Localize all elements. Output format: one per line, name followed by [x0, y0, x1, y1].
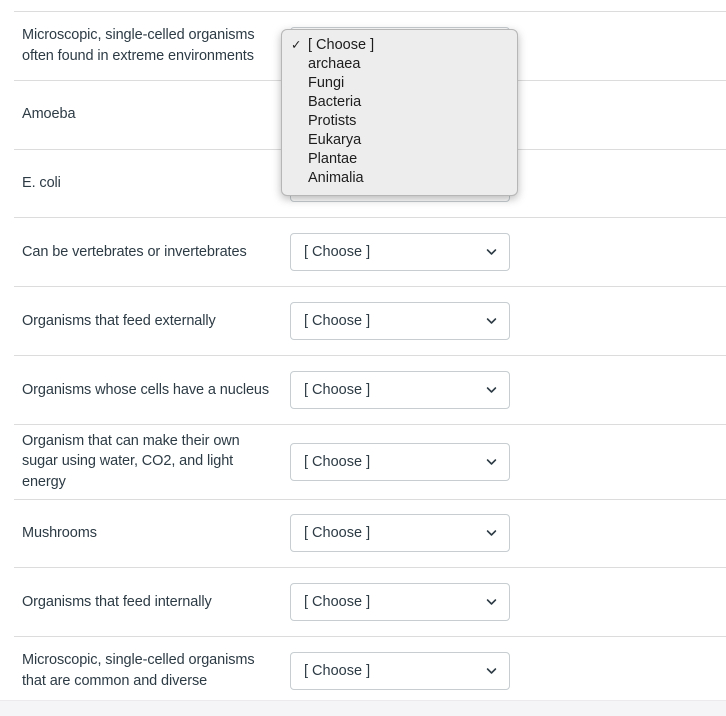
- answer-cell: [ Choose ]: [290, 442, 726, 481]
- dropdown-option[interactable]: Animalia: [282, 169, 517, 188]
- dropdown-option[interactable]: Fungi: [282, 74, 517, 93]
- question-row: Can be vertebrates or invertebrates [ Cho…: [14, 217, 726, 286]
- chevron-down-icon: [485, 246, 498, 259]
- question-label: Organisms that feed externally: [22, 312, 216, 329]
- answer-cell: [ Choose ]: [290, 514, 726, 553]
- answer-cell: [ Choose ]: [290, 233, 726, 272]
- question-label: Organisms whose cells have a nucleus: [22, 381, 270, 398]
- question-label: Microscopic, single-celled organisms oft…: [22, 27, 255, 64]
- chevron-down-icon: [485, 527, 498, 540]
- answer-select[interactable]: [ Choose ]: [290, 233, 510, 272]
- question-label: Mushrooms: [22, 525, 97, 542]
- answer-select[interactable]: [ Choose ]: [290, 514, 510, 553]
- answer-cell: [ Choose ]: [290, 302, 726, 341]
- chevron-down-icon: [485, 596, 498, 609]
- dropdown-option-label: archaea: [308, 56, 361, 72]
- dropdown-option-label: Eukarya: [308, 132, 362, 148]
- answer-cell: [ Choose ]: [290, 583, 726, 622]
- chevron-down-icon: [485, 315, 498, 328]
- question-row: Mushrooms [ Choose ]: [14, 498, 726, 568]
- dropdown-option-label: Fungi: [308, 75, 345, 91]
- question-row: Organisms that feed internally [ Choose ]: [14, 567, 726, 636]
- answer-select-value: [ Choose ]: [304, 244, 371, 261]
- dropdown-option-label: Bacteria: [308, 94, 362, 110]
- question-label: Organisms that feed internally: [22, 593, 212, 610]
- answer-dropdown-popup[interactable]: ✓ [ Choose ] archaea Fungi Bacteria Protists E…: [281, 29, 518, 196]
- dropdown-option[interactable]: Eukarya: [282, 131, 517, 150]
- chevron-down-icon: [485, 455, 498, 468]
- answer-select[interactable]: [ Choose ]: [290, 583, 510, 622]
- answer-select-value: [ Choose ]: [304, 663, 371, 679]
- answer-select[interactable]: [ Choose ]: [290, 652, 510, 690]
- question-row: Organisms that feed externally [ Choose ]: [14, 286, 726, 355]
- question-label: E. coli: [22, 175, 61, 192]
- question-label: Amoeba: [22, 106, 76, 123]
- answer-cell: [ Choose ]: [290, 652, 726, 690]
- dropdown-option-label: Animalia: [308, 170, 364, 186]
- page-footer-strip: [0, 700, 726, 716]
- question-label: Can be vertebrates or invertebrates: [22, 244, 247, 260]
- answer-select[interactable]: [ Choose ]: [290, 442, 510, 481]
- dropdown-option-label: [ Choose ]: [308, 37, 375, 53]
- answer-select-value: [ Choose ]: [304, 453, 371, 470]
- answer-select-value: [ Choose ]: [304, 594, 371, 611]
- question-label: Organism that can make their own sugar u…: [22, 432, 240, 490]
- chevron-down-icon: [485, 383, 498, 396]
- answer-cell: [ Choose ]: [290, 370, 726, 409]
- dropdown-option[interactable]: Bacteria: [282, 93, 517, 112]
- question-label: Microscopic, single-celled organisms tha…: [22, 652, 255, 689]
- answer-select-value: [ Choose ]: [304, 381, 371, 398]
- answer-select[interactable]: [ Choose ]: [290, 302, 510, 341]
- dropdown-option[interactable]: archaea: [282, 55, 517, 74]
- checkmark-icon: ✓: [291, 38, 302, 52]
- dropdown-option[interactable]: Plantae: [282, 150, 517, 169]
- answer-select[interactable]: [ Choose ]: [290, 370, 510, 409]
- question-row: Organisms whose cells have a nucleus [ Ch…: [14, 354, 726, 424]
- question-row: Organism that can make their own sugar u…: [14, 423, 726, 499]
- dropdown-option[interactable]: ✓ [ Choose ]: [282, 36, 517, 55]
- dropdown-option-label: Plantae: [308, 151, 358, 167]
- answer-select-value: [ Choose ]: [304, 525, 371, 542]
- question-row: Microscopic, single-celled organisms tha…: [14, 636, 726, 705]
- answer-select-value: [ Choose ]: [304, 313, 371, 330]
- chevron-down-icon: [485, 665, 498, 678]
- dropdown-option-label: Protists: [308, 113, 357, 129]
- dropdown-option[interactable]: Protists: [282, 112, 517, 131]
